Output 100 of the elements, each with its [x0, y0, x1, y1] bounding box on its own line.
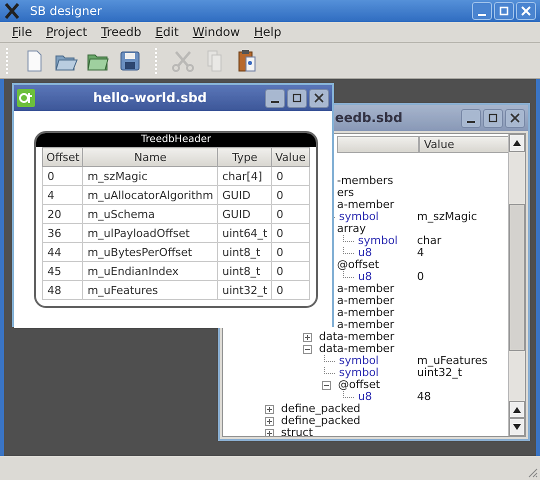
tree-node[interactable]: -members	[337, 175, 394, 187]
table-cell: 20	[42, 204, 83, 224]
minimize-icon	[467, 121, 475, 123]
scrollbar[interactable]	[508, 134, 525, 436]
column-header[interactable]: Offset	[42, 148, 83, 166]
size-grip-icon	[526, 466, 538, 478]
table-cell: uint32_t	[218, 280, 272, 300]
collapse-icon[interactable]	[322, 380, 331, 390]
window-title: SB designer	[30, 4, 102, 18]
tree-node[interactable]: data-member	[319, 331, 394, 343]
collapse-icon[interactable]	[303, 344, 312, 354]
maximize-icon	[499, 6, 509, 16]
table-cell: 0	[272, 242, 310, 262]
expand-icon[interactable]	[265, 404, 274, 414]
menu-item[interactable]: Project	[46, 25, 88, 39]
tree-node[interactable]: a-member	[337, 307, 394, 319]
menu-item[interactable]: File	[12, 25, 32, 39]
table-cell: GUID	[218, 186, 272, 204]
tree-node[interactable]: @offset	[338, 379, 380, 391]
tree-node[interactable]: a-member	[337, 199, 394, 211]
table-cell: 48	[42, 280, 83, 300]
menu-item[interactable]: Edit	[155, 25, 179, 39]
table-cell: 0	[272, 204, 310, 224]
table-cell: 0	[272, 224, 310, 242]
tree-node[interactable]: define_packed	[281, 415, 360, 427]
qt-logo-icon	[17, 89, 35, 107]
table-cell: GUID	[218, 204, 272, 224]
menu-item[interactable]: Window	[192, 25, 240, 39]
tree-node[interactable]: struct	[281, 427, 313, 436]
node-value: 4	[417, 247, 424, 259]
table-cell: 45	[42, 262, 83, 280]
close-button[interactable]	[309, 88, 329, 108]
tree-node[interactable]: a-member	[337, 319, 394, 331]
struct-title: TreedbHeader	[36, 133, 316, 147]
table-cell: m_uBytesPerOffset	[82, 242, 218, 262]
minimize-button[interactable]	[472, 2, 492, 20]
close-icon	[510, 113, 520, 123]
tree-node[interactable]: define_packed	[281, 403, 360, 415]
table-cell: 0	[272, 186, 310, 204]
tree-node[interactable]: symbol	[339, 211, 379, 223]
scroll-down-icon[interactable]	[513, 424, 521, 430]
table-cell: uint8_t	[218, 242, 272, 262]
tree-node[interactable]: symbol	[358, 235, 398, 247]
close-button[interactable]	[516, 2, 536, 20]
maximize-button[interactable]	[494, 2, 514, 20]
tree-node[interactable]: u8	[358, 271, 372, 283]
tree-node[interactable]: a-member	[337, 295, 394, 307]
table-cell: 0	[272, 166, 310, 186]
menu-item[interactable]: Treedb	[101, 25, 142, 39]
table-cell: 0	[42, 166, 83, 186]
close-icon	[521, 6, 531, 16]
node-value: 0	[417, 271, 424, 283]
close-icon	[314, 93, 324, 103]
table-cell: m_uEndianIndex	[82, 262, 218, 280]
tree-node[interactable]: symbol	[339, 355, 379, 367]
table-cell: 0	[272, 280, 310, 300]
maximize-icon	[488, 113, 498, 123]
minimize-icon	[271, 101, 279, 103]
table-cell: m_ulPayloadOffset	[82, 224, 218, 242]
table-cell: 4	[42, 186, 83, 204]
table-cell: m_uSchema	[82, 204, 218, 224]
document-title: eedb.sbd	[334, 110, 404, 126]
expand-icon[interactable]	[265, 416, 274, 426]
tree-node[interactable]: @offset	[337, 259, 380, 271]
table-cell: uint64_t	[218, 224, 272, 242]
maximize-icon	[292, 93, 302, 103]
column-header[interactable]: Type	[218, 148, 272, 166]
table-cell: 0	[272, 262, 310, 280]
column-header[interactable]: Value	[272, 148, 310, 166]
node-value: uint32_t	[417, 367, 462, 379]
menu-item[interactable]: Help	[254, 25, 282, 39]
table-cell: m_uFeatures	[82, 280, 218, 300]
tree-node[interactable]: data-member	[319, 343, 394, 355]
table-cell: m_szMagic	[82, 166, 218, 186]
column-header[interactable]: Value	[419, 136, 508, 153]
tree-node[interactable]: u8	[358, 391, 372, 403]
table-cell: m_uAllocatorAlgorithm	[82, 186, 218, 204]
column-header[interactable]: Name	[82, 148, 218, 166]
scroll-up-icon[interactable]	[513, 140, 521, 146]
tree-node[interactable]: symbol	[339, 367, 379, 379]
tree-node[interactable]: u8	[358, 247, 372, 259]
node-value: char	[417, 235, 442, 247]
minimize-icon	[478, 14, 486, 16]
table-cell: uint8_t	[218, 262, 272, 280]
expand-icon[interactable]	[303, 332, 312, 342]
scroll-up-icon[interactable]	[513, 406, 521, 413]
table-cell: 36	[42, 224, 83, 242]
table-cell: char[4]	[218, 166, 272, 186]
document-title: hello-world.sbd	[92, 90, 208, 106]
app-logo-icon	[4, 3, 20, 19]
node-value: m_szMagic	[417, 211, 478, 223]
table-cell: 44	[42, 242, 83, 262]
minimize-button[interactable]	[265, 88, 285, 108]
maximize-button[interactable]	[287, 88, 307, 108]
node-value: 48	[417, 391, 431, 403]
tree-node[interactable]: a-member	[337, 283, 394, 295]
tree-node[interactable]: ers	[337, 187, 354, 199]
expand-icon[interactable]	[265, 428, 274, 436]
node-value: m_uFeatures	[417, 355, 488, 367]
tree-node[interactable]: array	[337, 223, 366, 235]
